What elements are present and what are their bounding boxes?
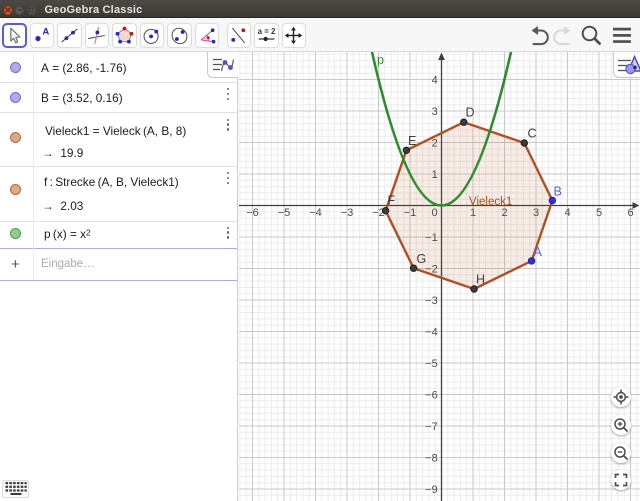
svg-text:A: A	[43, 26, 50, 37]
svg-text:p: p	[377, 53, 384, 67]
svg-text:3: 3	[432, 106, 438, 118]
svg-text:5: 5	[596, 207, 602, 219]
svg-text:−8: −8	[425, 453, 438, 465]
svg-text:4: 4	[432, 75, 438, 87]
svg-text:a = 2: a = 2	[257, 27, 275, 36]
svg-text:A: A	[534, 245, 543, 259]
svg-text:E: E	[408, 134, 416, 148]
svg-text:−6: −6	[246, 207, 259, 219]
svg-text:6: 6	[627, 207, 633, 219]
svg-text:H: H	[476, 273, 485, 287]
svg-text:−5: −5	[278, 207, 291, 219]
svg-text:C: C	[528, 127, 537, 141]
svg-text:−6: −6	[425, 390, 438, 402]
svg-text:−3: −3	[341, 207, 354, 219]
svg-text:−9: −9	[425, 484, 438, 496]
svg-text:4: 4	[564, 207, 570, 219]
svg-text:−4: −4	[309, 207, 322, 219]
svg-text:B: B	[554, 185, 562, 199]
svg-text:G: G	[417, 252, 427, 266]
svg-text:Vieleck1: Vieleck1	[469, 196, 512, 208]
svg-text:D: D	[466, 106, 475, 120]
svg-text:−5: −5	[425, 358, 438, 370]
svg-text:−3: −3	[425, 295, 438, 307]
svg-text:−7: −7	[425, 421, 438, 433]
svg-text:−4: −4	[425, 327, 438, 339]
svg-text:F: F	[388, 194, 396, 208]
